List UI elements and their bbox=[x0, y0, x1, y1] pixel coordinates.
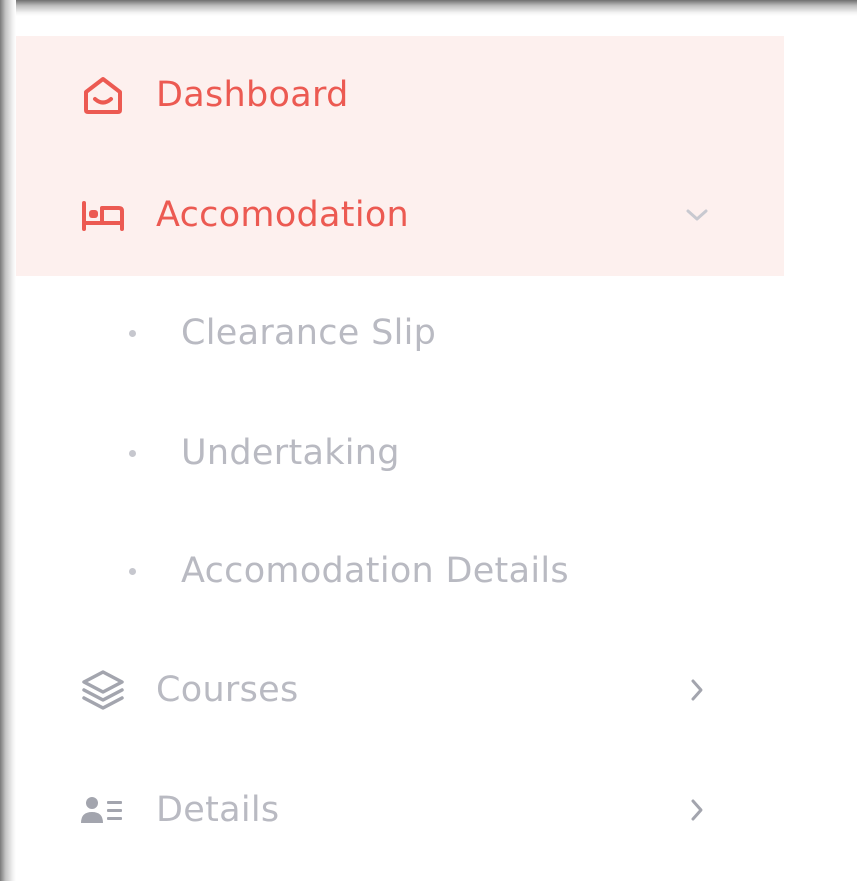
chevron-right-icon bbox=[684, 797, 710, 823]
sidebar-item-label: Dashboard bbox=[156, 75, 349, 115]
window-shadow-top bbox=[0, 0, 857, 16]
layers-icon bbox=[80, 666, 128, 714]
sidebar-item-courses[interactable]: Courses bbox=[80, 660, 740, 720]
bed-icon bbox=[80, 191, 128, 239]
sidebar-item-accomodation[interactable]: Accomodation bbox=[80, 185, 740, 245]
chevron-down-icon bbox=[684, 202, 710, 228]
submenu-item-clearance-slip[interactable]: Clearance Slip bbox=[124, 305, 684, 361]
chevron-right-icon bbox=[684, 677, 710, 703]
sidebar-item-details[interactable]: Details bbox=[80, 780, 740, 840]
submenu-item-label: Clearance Slip bbox=[181, 313, 437, 353]
window-shadow-left bbox=[0, 0, 16, 881]
sidebar-item-label: Courses bbox=[156, 670, 299, 710]
sidebar-item-label: Details bbox=[156, 790, 280, 830]
user-list-icon bbox=[80, 786, 128, 834]
sidebar-menu: Dashboard Accomodation Clearance Slip Un… bbox=[0, 0, 857, 881]
sidebar-item-label: Accomodation bbox=[156, 195, 410, 235]
sidebar-item-dashboard[interactable]: Dashboard bbox=[80, 65, 740, 125]
submenu-item-label: Undertaking bbox=[181, 433, 400, 473]
bullet-icon bbox=[129, 567, 136, 575]
home-icon bbox=[80, 71, 128, 119]
bullet-icon bbox=[129, 329, 136, 337]
submenu-item-label: Accomodation Details bbox=[181, 551, 569, 591]
submenu-item-accomodation-details[interactable]: Accomodation Details bbox=[124, 543, 684, 599]
submenu-item-undertaking[interactable]: Undertaking bbox=[124, 425, 684, 481]
bullet-icon bbox=[129, 449, 136, 457]
